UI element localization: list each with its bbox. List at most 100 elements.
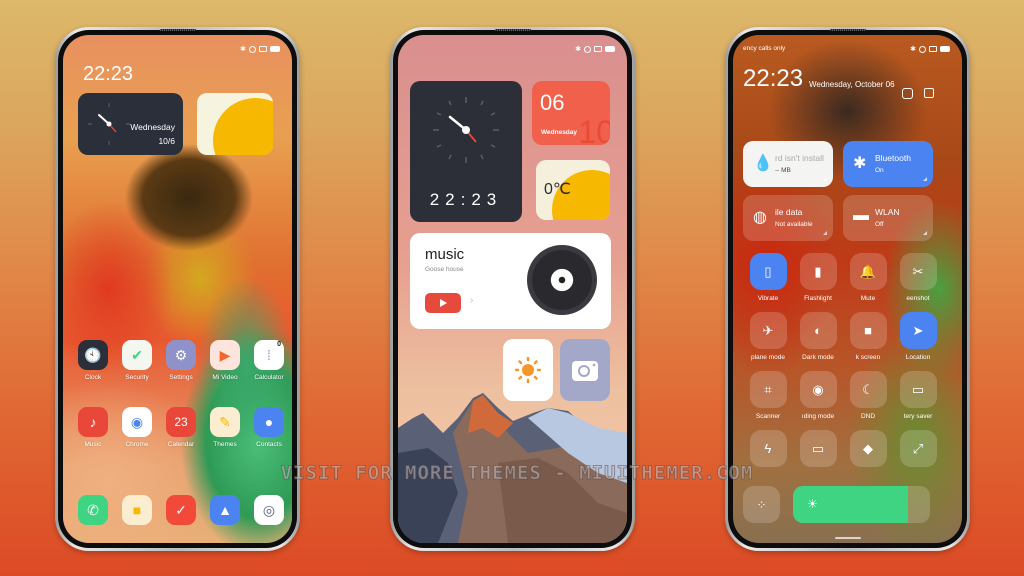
bluetooth-icon: ✱ xyxy=(910,46,916,53)
app-contacts[interactable]: ● Contacts xyxy=(247,407,291,448)
brightness-widget[interactable] xyxy=(503,339,553,401)
app-messages[interactable]: ■ xyxy=(115,495,159,525)
router-icon: ▬ xyxy=(853,207,869,224)
expand-corner-icon xyxy=(823,177,827,181)
tile-water-drop[interactable]: 💧 rd isn't install -- MB xyxy=(743,141,833,187)
phone-control-center: ency calls only ✱ 22:23 Wednesday, Octob… xyxy=(725,27,970,551)
toggle-eye[interactable]: ◉ ıding mode xyxy=(793,371,843,422)
app-label: Calculator xyxy=(254,374,284,381)
app-security[interactable]: ✔ Security xyxy=(115,340,159,381)
toggle-vibrate[interactable]: ▯ Vibrate xyxy=(743,253,793,304)
settings-gear-icon[interactable] xyxy=(902,88,913,99)
camera-widget[interactable] xyxy=(560,339,610,401)
tile-router[interactable]: ▬ WLAN Off xyxy=(843,195,933,241)
toggle-lightning[interactable]: ϟ xyxy=(743,430,793,481)
tile-subtitle: -- MB xyxy=(775,167,791,174)
toggle-battery-saver[interactable]: ▭ tery saver xyxy=(893,371,943,422)
app-music[interactable]: ♪ Music xyxy=(71,407,115,448)
weekday-label: Wednesday xyxy=(541,129,578,136)
toggle-scanner[interactable]: ⌗ Scanner xyxy=(743,371,793,422)
shield-check-icon: ✔ xyxy=(122,340,152,370)
toggle-label: DND xyxy=(860,413,876,420)
alarm-icon xyxy=(249,45,256,53)
analog-clock-icon xyxy=(433,97,499,163)
toggle-flashlight[interactable]: ▮ Flashlight xyxy=(793,253,843,304)
app-calculator[interactable]: ⁞ 0 Calculator xyxy=(247,340,291,381)
app-phone[interactable]: ✆ xyxy=(71,495,115,525)
date-label: 10/6 xyxy=(158,136,175,146)
play-button[interactable] xyxy=(425,293,461,313)
app-label: Chrome xyxy=(125,441,149,448)
status-bar: ✱ xyxy=(240,45,280,53)
app-row: ♪ Music ◉ Chrome 23 Calendar ✎ Themes ● Contacts xyxy=(71,407,291,448)
camera-icon: ◎ xyxy=(254,495,284,525)
tile-subtitle: Not available xyxy=(775,221,813,228)
edit-icon[interactable] xyxy=(924,88,934,98)
quick-settings-grid: ▯ Vibrate ▮ Flashlight 🔔 Mute ✂ eenshot ✈ plane m… xyxy=(743,253,943,481)
day-number: 06 xyxy=(540,90,565,115)
toggle-location-arrow[interactable]: ➤ Location xyxy=(893,312,943,363)
temperature-label: 0℃ xyxy=(544,181,571,198)
tile-globe[interactable]: ◍ ile data Not available xyxy=(743,195,833,241)
weather-widget[interactable] xyxy=(197,93,273,155)
earpiece xyxy=(494,29,531,31)
toggle-screenshot[interactable]: ✂ eenshot xyxy=(893,253,943,304)
app-notes[interactable]: ✓ xyxy=(159,495,203,525)
app-label: Security xyxy=(125,374,149,381)
dock: ✆ ■ ✓ ▲ ◎ xyxy=(71,495,291,525)
toggle-airplane[interactable]: ✈ plane mode xyxy=(743,312,793,363)
earpiece xyxy=(159,29,196,31)
paintbrush-icon: ✎ xyxy=(210,407,240,437)
auto-brightness-button[interactable]: ⁘ xyxy=(743,486,780,523)
toggle-diamond[interactable]: ◆ xyxy=(843,430,893,481)
brightness-slider[interactable]: ☀ xyxy=(793,486,930,523)
toggle-cast[interactable]: ▭ xyxy=(793,430,843,481)
phone-icon: ✆ xyxy=(78,495,108,525)
status-bar: ✱ xyxy=(575,45,615,53)
clock-icon: 🕙 xyxy=(78,340,108,370)
toggle-label: tery saver xyxy=(903,413,933,420)
clock-widget[interactable]: Wednesday 10/6 xyxy=(78,93,183,155)
toggle-expand[interactable]: ⤢ xyxy=(893,430,943,481)
clock-widget[interactable]: 22:23 xyxy=(410,81,522,222)
next-chevron-icon[interactable]: › xyxy=(470,295,473,306)
toggle-label: Vibrate xyxy=(757,295,779,302)
bluetooth-icon: ✱ xyxy=(575,46,581,53)
app-calendar[interactable]: 23 Calendar xyxy=(159,407,203,448)
weather-widget[interactable]: 0℃ xyxy=(536,160,610,220)
music-widget[interactable]: music Goose house › xyxy=(410,233,611,329)
music-artist: Goose house xyxy=(425,266,464,273)
toggle-dark-mode[interactable]: ◐ Dark mode xyxy=(793,312,843,363)
app-label: Music xyxy=(84,441,102,448)
app-themes[interactable]: ✎ Themes xyxy=(203,407,247,448)
app-chrome[interactable]: ◉ Chrome xyxy=(115,407,159,448)
app-label: Themes xyxy=(213,441,237,448)
app-gallery[interactable]: ▲ xyxy=(203,495,247,525)
toggle-label: eenshot xyxy=(906,295,930,302)
app-settings[interactable]: ⚙ Settings xyxy=(159,340,203,381)
tile-bluetooth[interactable]: ✱ Bluetooth On xyxy=(843,141,933,187)
home-indicator[interactable] xyxy=(834,537,861,539)
tile-title: rd isn't install xyxy=(775,153,824,163)
app-camera[interactable]: ◎ xyxy=(247,495,291,525)
toggle-label: k screen xyxy=(855,354,881,361)
date-widget[interactable]: 10 06 Wednesday xyxy=(532,81,610,145)
toggle-moon[interactable]: ☾ DND xyxy=(843,371,893,422)
month-ghost-label: 10 xyxy=(578,114,610,145)
bell-icon: 🔔 xyxy=(849,253,887,290)
toggle-bell[interactable]: 🔔 Mute xyxy=(843,253,893,304)
app-clock[interactable]: 🕙 Clock xyxy=(71,340,115,381)
time-label: 22:23 xyxy=(743,65,804,92)
battery-saver-icon: ▭ xyxy=(899,371,937,408)
battery-icon xyxy=(270,46,280,52)
carrier-label: ency calls only xyxy=(743,45,786,52)
gear-icon: ⚙ xyxy=(166,340,196,370)
tile-title: ile data xyxy=(775,207,803,217)
toggle-label: Scanner xyxy=(755,413,781,420)
sun-icon: ☀ xyxy=(807,497,818,511)
messages-icon: ■ xyxy=(122,495,152,525)
app-label: Clock xyxy=(84,374,102,381)
earpiece xyxy=(829,29,866,31)
app-mi-video[interactable]: ▶ Mi Video xyxy=(203,340,247,381)
toggle-lock[interactable]: ■ k screen xyxy=(843,312,893,363)
